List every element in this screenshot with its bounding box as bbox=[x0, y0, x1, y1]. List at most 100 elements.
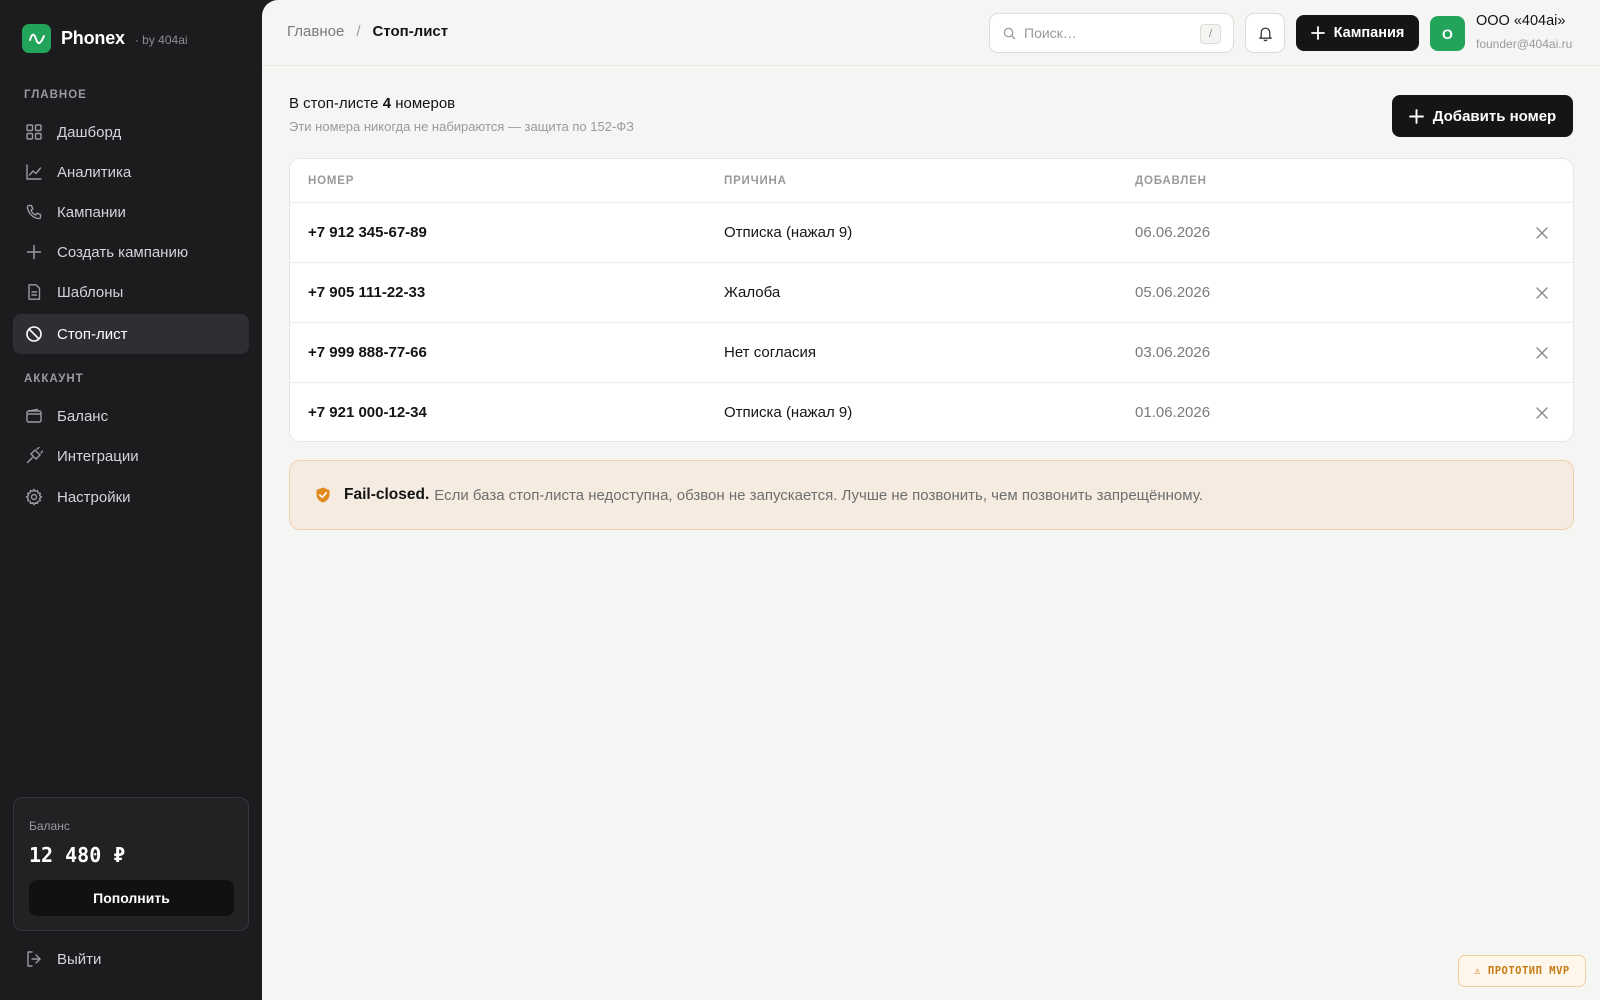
reason: Жалоба bbox=[724, 284, 781, 301]
table-header: НОМЕР ПРИЧИНА ДОБАВЛЕН bbox=[290, 159, 1573, 203]
remove-number-button[interactable] bbox=[1532, 223, 1552, 243]
brand-name: Phonex bbox=[61, 28, 125, 48]
stop-list-table: НОМЕР ПРИЧИНА ДОБАВЛЕН +7 912 345-67-89 … bbox=[289, 158, 1574, 442]
sidebar-item-balance[interactable]: Баланс bbox=[13, 396, 249, 436]
sidebar-item-create-campaign[interactable]: Создать кампанию bbox=[13, 232, 249, 272]
fail-closed-notice: Fail-closed. Если база стоп-листа недост… bbox=[289, 460, 1574, 530]
table-row: +7 912 345-67-89 Отписка (нажал 9) 06.06… bbox=[290, 203, 1573, 263]
dashboard-icon bbox=[25, 123, 43, 141]
section-main-label: ГЛАВНОЕ bbox=[24, 89, 87, 101]
balance-label: Баланс bbox=[29, 819, 70, 833]
org-email: founder@404ai.ru bbox=[1476, 37, 1573, 51]
balance-card: Баланс 12 480 ₽ Пополнить bbox=[13, 797, 249, 931]
date-added: 05.06.2026 bbox=[1135, 284, 1211, 301]
table-row: +7 905 111-22-33 Жалоба 05.06.2026 bbox=[290, 263, 1573, 323]
phone-number: +7 921 000-12-34 bbox=[308, 404, 427, 421]
remove-number-button[interactable] bbox=[1532, 343, 1552, 363]
column-header-number: НОМЕР bbox=[308, 175, 355, 187]
document-icon bbox=[25, 283, 43, 301]
reason: Нет согласия bbox=[724, 344, 816, 361]
brand-logo-icon bbox=[22, 24, 51, 53]
sidebar-item-label: Баланс bbox=[57, 407, 109, 425]
table-row: +7 921 000-12-34 Отписка (нажал 9) 01.06… bbox=[290, 383, 1573, 441]
reason: Отписка (нажал 9) bbox=[724, 224, 853, 241]
breadcrumb: Главное / Стоп-лист bbox=[287, 23, 448, 40]
notifications-button[interactable] bbox=[1245, 13, 1285, 53]
balance-value: 12 480 ₽ bbox=[29, 843, 126, 867]
new-campaign-button[interactable]: Кампания bbox=[1296, 15, 1419, 51]
sidebar-item-campaigns[interactable]: Кампании bbox=[13, 192, 249, 232]
sidebar-item-label: Стоп-лист bbox=[57, 325, 128, 343]
topup-button[interactable]: Пополнить bbox=[29, 880, 234, 916]
logout-label: Выйти bbox=[57, 950, 102, 968]
summary-count: 4 bbox=[382, 95, 392, 112]
sidebar: Phonex · by 404ai ГЛАВНОЕ Дашборд Аналит… bbox=[0, 0, 262, 1000]
prototype-badge: ⚠ ПРОТОТИП MVP bbox=[1458, 955, 1586, 987]
summary-suffix: номеров bbox=[395, 95, 456, 112]
add-number-button[interactable]: Добавить номер bbox=[1392, 95, 1573, 137]
shield-check-icon bbox=[314, 486, 332, 504]
org-name: ООО «404ai» bbox=[1476, 13, 1566, 29]
summary-prefix: В стоп-листе bbox=[289, 95, 379, 112]
plus-icon bbox=[1310, 26, 1325, 40]
logout-button[interactable]: Выйти bbox=[25, 950, 101, 968]
ban-icon bbox=[25, 325, 43, 343]
gear-icon bbox=[25, 488, 43, 506]
close-icon bbox=[1536, 227, 1548, 239]
stop-list-summary: В стоп-листе 4 номеров bbox=[289, 95, 455, 112]
bell-icon bbox=[1257, 25, 1274, 42]
phone-number: +7 905 111-22-33 bbox=[308, 284, 426, 301]
sidebar-item-settings[interactable]: Настройки bbox=[13, 477, 249, 517]
close-icon bbox=[1536, 407, 1548, 419]
sidebar-item-label: Интеграции bbox=[57, 447, 139, 465]
search-icon bbox=[1003, 27, 1016, 40]
logout-icon bbox=[25, 950, 43, 968]
sidebar-item-label: Аналитика bbox=[57, 163, 132, 181]
sidebar-item-label: Шаблоны bbox=[57, 283, 124, 301]
date-added: 03.06.2026 bbox=[1135, 344, 1211, 361]
close-icon bbox=[1536, 347, 1548, 359]
search-input[interactable] bbox=[1024, 25, 1194, 41]
sidebar-item-label: Кампании bbox=[57, 203, 126, 221]
reason: Отписка (нажал 9) bbox=[724, 404, 853, 421]
add-number-label: Добавить номер bbox=[1432, 107, 1557, 125]
date-added: 06.06.2026 bbox=[1135, 224, 1211, 241]
sidebar-item-label: Настройки bbox=[57, 488, 131, 506]
column-header-reason: ПРИЧИНА bbox=[724, 175, 787, 187]
sidebar-item-label: Создать кампанию bbox=[57, 243, 189, 261]
main-content: Главное / Стоп-лист / Кампания О ООО «40… bbox=[262, 0, 1600, 1000]
section-account-label: АККАУНТ bbox=[24, 373, 84, 385]
breadcrumb-root[interactable]: Главное bbox=[287, 23, 344, 40]
topbar: Главное / Стоп-лист / Кампания О ООО «40… bbox=[262, 0, 1600, 66]
sidebar-item-templates[interactable]: Шаблоны bbox=[13, 272, 249, 312]
phone-number: +7 999 888-77-66 bbox=[308, 344, 427, 361]
sidebar-item-integrations[interactable]: Интеграции bbox=[13, 436, 249, 476]
wallet-icon bbox=[25, 407, 43, 425]
sidebar-item-stop-list[interactable]: Стоп-лист bbox=[13, 314, 249, 354]
search-box[interactable]: / bbox=[989, 13, 1234, 53]
chart-line-icon bbox=[25, 163, 43, 181]
sidebar-item-label: Дашборд bbox=[57, 123, 122, 141]
search-shortcut: / bbox=[1200, 24, 1221, 44]
table-row: +7 999 888-77-66 Нет согласия 03.06.2026 bbox=[290, 323, 1573, 383]
remove-number-button[interactable] bbox=[1532, 283, 1552, 303]
date-added: 01.06.2026 bbox=[1135, 404, 1211, 421]
brand-by: · by 404ai bbox=[134, 33, 188, 47]
notice-title: Fail-closed. bbox=[344, 486, 430, 503]
phone-number: +7 912 345-67-89 bbox=[308, 224, 427, 241]
plus-icon bbox=[25, 243, 43, 261]
avatar[interactable]: О bbox=[1430, 16, 1465, 51]
close-icon bbox=[1536, 287, 1548, 299]
sidebar-item-dashboard[interactable]: Дашборд bbox=[13, 112, 249, 152]
breadcrumb-separator: / bbox=[356, 23, 361, 40]
breadcrumb-current: Стоп-лист bbox=[372, 23, 449, 40]
sidebar-item-analytics[interactable]: Аналитика bbox=[13, 152, 249, 192]
new-campaign-label: Кампания bbox=[1333, 25, 1405, 41]
brand[interactable]: Phonex · by 404ai bbox=[22, 24, 188, 53]
remove-number-button[interactable] bbox=[1532, 403, 1552, 423]
plug-icon bbox=[25, 447, 43, 465]
column-header-added: ДОБАВЛЕН bbox=[1135, 175, 1207, 187]
stop-list-subtitle: Эти номера никогда не набираются — защит… bbox=[289, 119, 634, 134]
plus-icon bbox=[1408, 108, 1424, 124]
phone-icon bbox=[25, 203, 43, 221]
